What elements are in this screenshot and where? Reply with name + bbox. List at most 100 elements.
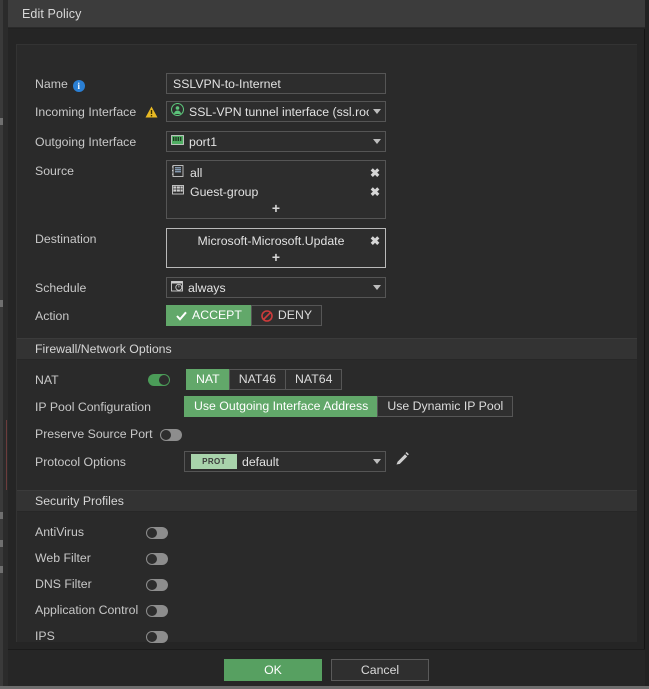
preserve-source-port-wrap [159,423,182,446]
address-object-icon [172,164,184,182]
application-control-toggle[interactable] [146,604,168,617]
toggle-knob [147,527,157,538]
field-row-antivirus: AntiVirus [17,521,637,544]
policy-form: Namei Incoming Interface [16,44,637,643]
label-web-filter: Web Filter [35,551,91,565]
chevron-down-icon[interactable] [373,459,381,464]
ok-button[interactable]: OK [224,658,322,681]
toggle-knob [147,631,157,642]
schedule-value: always [188,280,226,295]
cancel-button[interactable]: Cancel [331,658,429,681]
toggle-knob [147,579,157,590]
ips-toggle[interactable] [146,630,168,643]
label-nat-text: NAT [35,373,59,387]
source-control: all ✖ Guest-group ✖ + [166,160,637,219]
pencil-icon[interactable] [395,452,409,471]
remove-icon[interactable]: ✖ [370,167,380,179]
protocol-options-value: default [242,454,279,469]
action-control: ACCEPT DENY [166,305,637,326]
field-row-outgoing-interface: Outgoing Interface port1 [17,131,637,154]
edit-policy-dialog: Edit Policy Namei Incoming Interface [0,0,649,689]
antivirus-toggle[interactable] [146,526,168,539]
label-incoming-interface-text: Incoming Interface [35,105,137,119]
info-icon[interactable]: i [72,80,85,92]
label-ips: IPS [35,629,55,643]
application-control-toggle-wrap [146,599,168,622]
scroll-mark [0,512,3,519]
label-nat: NAT [35,369,166,392]
chevron-down-icon[interactable] [373,285,381,290]
toggle-knob [147,553,157,564]
list-item-label: Guest-group [190,184,259,199]
label-outgoing-interface: Outgoing Interface [35,135,137,149]
protocol-badge: PROT [191,454,237,469]
label-action: Action [35,309,70,323]
scroll-mark [0,566,3,573]
field-row-destination: Destination Microsoft-Microsoft.Update ✖… [17,228,637,268]
list-item[interactable]: Microsoft-Microsoft.Update ✖ [167,231,385,250]
destination-listbox[interactable]: Microsoft-Microsoft.Update ✖ + [166,228,386,268]
dns-filter-toggle[interactable] [146,578,168,591]
add-source-button[interactable]: + [167,201,385,218]
check-icon [176,311,187,321]
nat-mode-control: NAT NAT46 NAT64 [186,369,637,390]
add-destination-button[interactable]: + [167,250,385,267]
nat-toggle[interactable] [148,373,170,386]
list-item[interactable]: all ✖ [167,163,385,182]
protocol-options-select[interactable]: PROT default [184,451,386,472]
ip-pool-option-outgoing-interface-address[interactable]: Use Outgoing Interface Address [184,396,379,417]
physical-interface-icon [171,133,184,151]
dialog-titlebar: Edit Policy [8,0,645,28]
remove-icon[interactable]: ✖ [370,235,380,247]
section-header-firewall-network-options: Firewall/Network Options [17,338,637,360]
nat-option-nat[interactable]: NAT [186,369,230,390]
ip-pool-segmented-control: Use Outgoing Interface Address Use Dynam… [184,396,637,417]
user-group-icon [172,183,184,201]
parent-window-accent-line [6,420,7,490]
label-preserve-source-port: Preserve Source Port [35,427,153,441]
remove-icon[interactable]: ✖ [370,186,380,198]
field-row-source: Source all ✖ Guest-group ✖ + [17,160,637,219]
nat-option-nat46[interactable]: NAT46 [228,369,287,390]
incoming-interface-value: SSL-VPN tunnel interface (ssl.roo [189,104,369,119]
chevron-down-icon[interactable] [373,109,381,114]
outgoing-interface-select[interactable]: port1 [166,131,386,152]
list-item[interactable]: Guest-group ✖ [167,182,385,201]
action-segmented-control: ACCEPT DENY [166,305,637,326]
label-name-text: Name [35,77,68,91]
protocol-options-control: PROT default [184,451,637,472]
section-title-security: Security Profiles [35,494,124,508]
action-accept-label: ACCEPT [192,308,242,322]
nat-option-nat64[interactable]: NAT64 [285,369,343,390]
dialog-title: Edit Policy [22,6,82,21]
preserve-source-port-toggle[interactable] [159,428,182,441]
web-filter-toggle[interactable] [146,552,168,565]
section-title-firewall: Firewall/Network Options [35,342,172,356]
ip-pool-option-dynamic-ip-pool[interactable]: Use Dynamic IP Pool [377,396,514,417]
scroll-mark [0,118,3,125]
label-dns-filter: DNS Filter [35,577,92,591]
incoming-interface-control: SSL-VPN tunnel interface (ssl.roo [166,101,637,122]
field-row-schedule: Schedule always [17,277,637,300]
warning-icon [145,103,158,126]
nat-segmented-control: NAT NAT46 NAT64 [186,369,637,390]
field-row-ips: IPS [17,625,637,648]
list-item-label: all [190,165,203,180]
outgoing-interface-control: port1 [166,131,637,152]
action-accept-button[interactable]: ACCEPT [166,305,252,326]
field-row-dns-filter: DNS Filter [17,573,637,596]
antivirus-toggle-wrap [146,521,168,544]
chevron-down-icon[interactable] [373,139,381,144]
schedule-select[interactable]: always [166,277,386,298]
label-name: Name i [35,73,166,96]
toggle-knob [160,429,171,440]
nat-toggle-wrap [148,369,174,390]
dialog-body: Namei Incoming Interface [8,29,645,649]
ips-toggle-wrap [146,625,168,648]
incoming-interface-select[interactable]: SSL-VPN tunnel interface (ssl.roo [166,101,386,122]
label-ip-pool-configuration: IP Pool Configuration [35,400,151,414]
action-deny-button[interactable]: DENY [250,305,323,326]
name-input[interactable] [166,73,386,94]
source-listbox[interactable]: all ✖ Guest-group ✖ + [166,160,386,219]
label-antivirus: AntiVirus [35,525,84,539]
